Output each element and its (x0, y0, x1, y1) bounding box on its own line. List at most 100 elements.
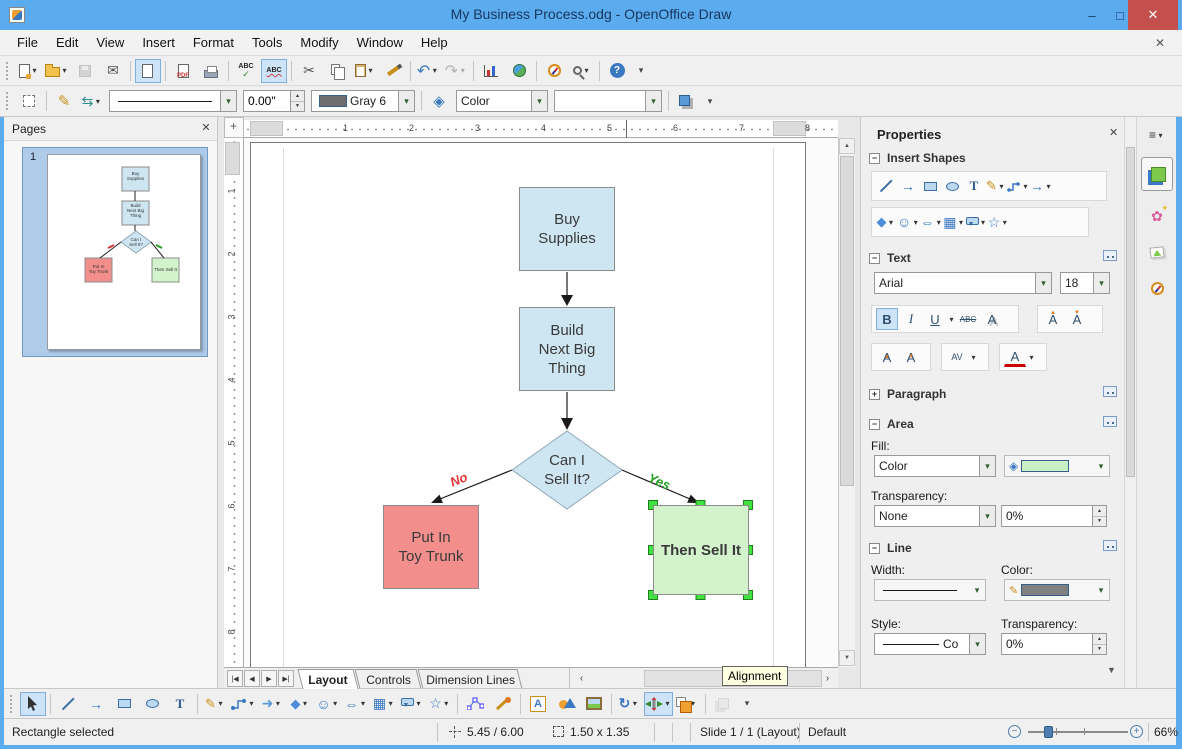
toolbar-overflow-button[interactable] (704, 89, 716, 113)
curve-dropdown[interactable] (997, 175, 1006, 197)
spin-down[interactable] (1093, 515, 1106, 526)
select-tool-button[interactable] (20, 691, 46, 716)
line-color-button[interactable]: ✎ (1004, 579, 1110, 601)
sidebar-tab-gallery[interactable]: ✿ (1141, 201, 1173, 231)
new-dropdown-arrow[interactable] (30, 60, 39, 82)
block-arrow-dropdown[interactable] (273, 693, 282, 715)
vertical-scroll-thumb[interactable] (840, 156, 854, 486)
text-tool-button[interactable]: T (167, 692, 193, 716)
block-arrows-button[interactable]: ⇔ (343, 692, 369, 716)
basic-shapes-button[interactable]: ◆ (875, 210, 897, 234)
flowchart-dropdown[interactable] (957, 211, 966, 233)
symbol-shapes-dropdown[interactable] (331, 693, 340, 715)
flowchart-shapes-button[interactable]: ▦ (943, 210, 965, 234)
cut-button[interactable]: ✂ (296, 59, 322, 83)
zoom-slider-track[interactable] (1028, 731, 1128, 733)
close-button[interactable]: ✕ (1128, 0, 1178, 30)
zoom-level-value[interactable]: 66% (1154, 725, 1178, 739)
curve-tool-button[interactable]: ✎ (202, 692, 228, 716)
fill-type-select[interactable]: Color (874, 455, 996, 477)
collapse-icon[interactable]: − (869, 252, 880, 264)
basic-shapes-button[interactable]: ◆ (287, 692, 313, 716)
area-dialog-button[interactable]: ◈ (426, 89, 452, 113)
symbol-shapes-button[interactable]: ☺ (315, 692, 341, 716)
font-size-dropdown[interactable] (1093, 273, 1109, 293)
insert-connector-button[interactable] (1007, 174, 1030, 198)
previous-page-button[interactable]: ◀ (244, 670, 260, 687)
line-width-spin-buttons[interactable] (290, 91, 304, 111)
export-pdf-button[interactable]: PDF (170, 59, 196, 83)
page-thumbnail-selected[interactable]: 1 Buy Supplies Build Next Big Thing Can … (22, 147, 208, 357)
tab-dimension-lines[interactable]: Dimension Lines (417, 669, 523, 689)
spin-up[interactable] (291, 91, 304, 101)
ellipse-tool-button[interactable] (139, 692, 165, 716)
help-button[interactable]: ? (604, 59, 630, 83)
line-arrow-tool-button[interactable]: → (83, 692, 109, 716)
glue-points-button[interactable] (490, 692, 516, 716)
menu-help[interactable]: Help (412, 31, 457, 54)
fontwork-button[interactable]: A (525, 692, 551, 716)
fill-color-select[interactable] (554, 90, 662, 112)
area-section-header[interactable]: − Area (869, 417, 914, 431)
star-dropdown[interactable] (442, 693, 451, 715)
sidebar-tab-properties[interactable] (1141, 157, 1173, 191)
insert-rectangle-button[interactable] (919, 174, 941, 198)
line-color-dropdown[interactable] (1093, 580, 1109, 600)
fill-color-dropdown[interactable] (645, 91, 661, 111)
new-document-button[interactable] (16, 59, 42, 83)
hscroll-left-arrow[interactable]: ‹ (574, 671, 589, 686)
undo-button[interactable]: ↶ (415, 59, 441, 83)
save-button[interactable] (72, 59, 98, 83)
menu-view[interactable]: View (87, 31, 133, 54)
curve-dropdown[interactable] (216, 693, 225, 715)
font-size-select[interactable]: 18 (1060, 272, 1110, 294)
transparency-spin-buttons[interactable] (1092, 506, 1106, 526)
char-spacing-dropdown[interactable] (969, 346, 978, 368)
toolbar-overflow-button[interactable] (635, 59, 647, 83)
symbol-shapes-button[interactable]: ☺ (897, 210, 920, 234)
connector-dropdown[interactable] (247, 693, 256, 715)
undo-dropdown-arrow[interactable] (430, 60, 439, 82)
toolbar-overflow-button[interactable] (741, 692, 753, 716)
flowchart-shapes-button[interactable]: ▦ (371, 692, 397, 716)
italic-button[interactable]: I (900, 308, 922, 330)
properties-close-icon[interactable]: ✕ (1109, 126, 1118, 139)
line-width-spinner[interactable]: 0.00" (243, 90, 305, 112)
connector-dropdown[interactable] (1021, 175, 1030, 197)
last-page-button[interactable]: ▶| (278, 670, 294, 687)
rotate-dropdown[interactable] (630, 693, 639, 715)
vertical-ruler[interactable]: 1 2 3 4 5 6 7 8 (224, 138, 244, 667)
bold-button[interactable]: B (876, 308, 898, 330)
line-color-dropdown[interactable] (398, 91, 414, 111)
insert-text-button[interactable]: T (963, 174, 985, 198)
shadow-button[interactable] (673, 89, 699, 113)
paste-dropdown-arrow[interactable] (366, 60, 375, 82)
fill-type-select[interactable]: Color (456, 90, 548, 112)
gallery-button[interactable] (581, 692, 607, 716)
block-arrows-button[interactable]: ⇔ (920, 210, 943, 234)
tab-layout[interactable]: Layout (297, 669, 359, 689)
zoom-in-button[interactable]: + (1130, 725, 1143, 738)
collapse-icon[interactable]: − (869, 542, 880, 554)
alignment-dropdown[interactable] (663, 693, 672, 715)
decrease-font-button[interactable]: A ▼ (900, 346, 922, 368)
toolbar-grip[interactable] (9, 693, 16, 714)
transparency-spinner[interactable]: 0% (1001, 505, 1107, 527)
spin-down[interactable] (1093, 643, 1106, 654)
paste-button[interactable] (352, 59, 378, 83)
increase-font-button[interactable]: A ▲ (876, 346, 898, 368)
basic-shapes-dropdown[interactable] (887, 211, 896, 233)
next-page-button[interactable]: ▶ (261, 670, 277, 687)
toolbar-grip[interactable] (5, 60, 12, 81)
spin-up[interactable] (1093, 506, 1106, 516)
open-button[interactable] (44, 59, 70, 83)
decision-label[interactable]: Can I Sell It? (527, 451, 607, 489)
strikethrough-button[interactable]: ABC (957, 308, 979, 330)
position-size-button[interactable] (16, 89, 42, 113)
line-style-select[interactable]: Co (874, 633, 986, 655)
hyperlink-button[interactable] (506, 59, 532, 83)
transparency-type-select[interactable]: None (874, 505, 996, 527)
tabbar-splitter[interactable] (569, 668, 570, 689)
edit-mode-button[interactable]: ✎ (135, 58, 161, 83)
horizontal-ruler[interactable]: 1 2 3 4 5 6 7 8 (244, 120, 838, 138)
